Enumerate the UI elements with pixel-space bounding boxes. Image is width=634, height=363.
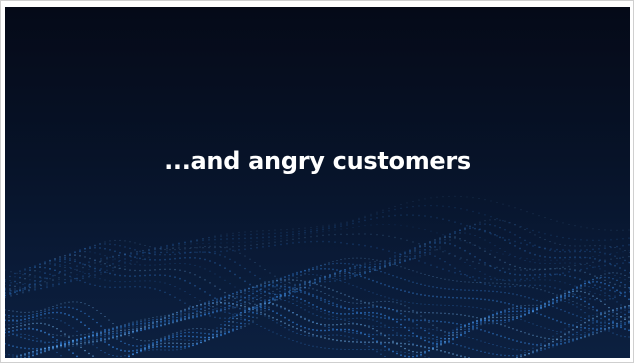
wave-dots [5,195,630,358]
presentation-frame: ...and angry customers [0,0,634,363]
slide: ...and angry customers [5,7,630,358]
slide-headline: ...and angry customers [164,147,471,175]
particle-wave-graphic [5,195,630,358]
